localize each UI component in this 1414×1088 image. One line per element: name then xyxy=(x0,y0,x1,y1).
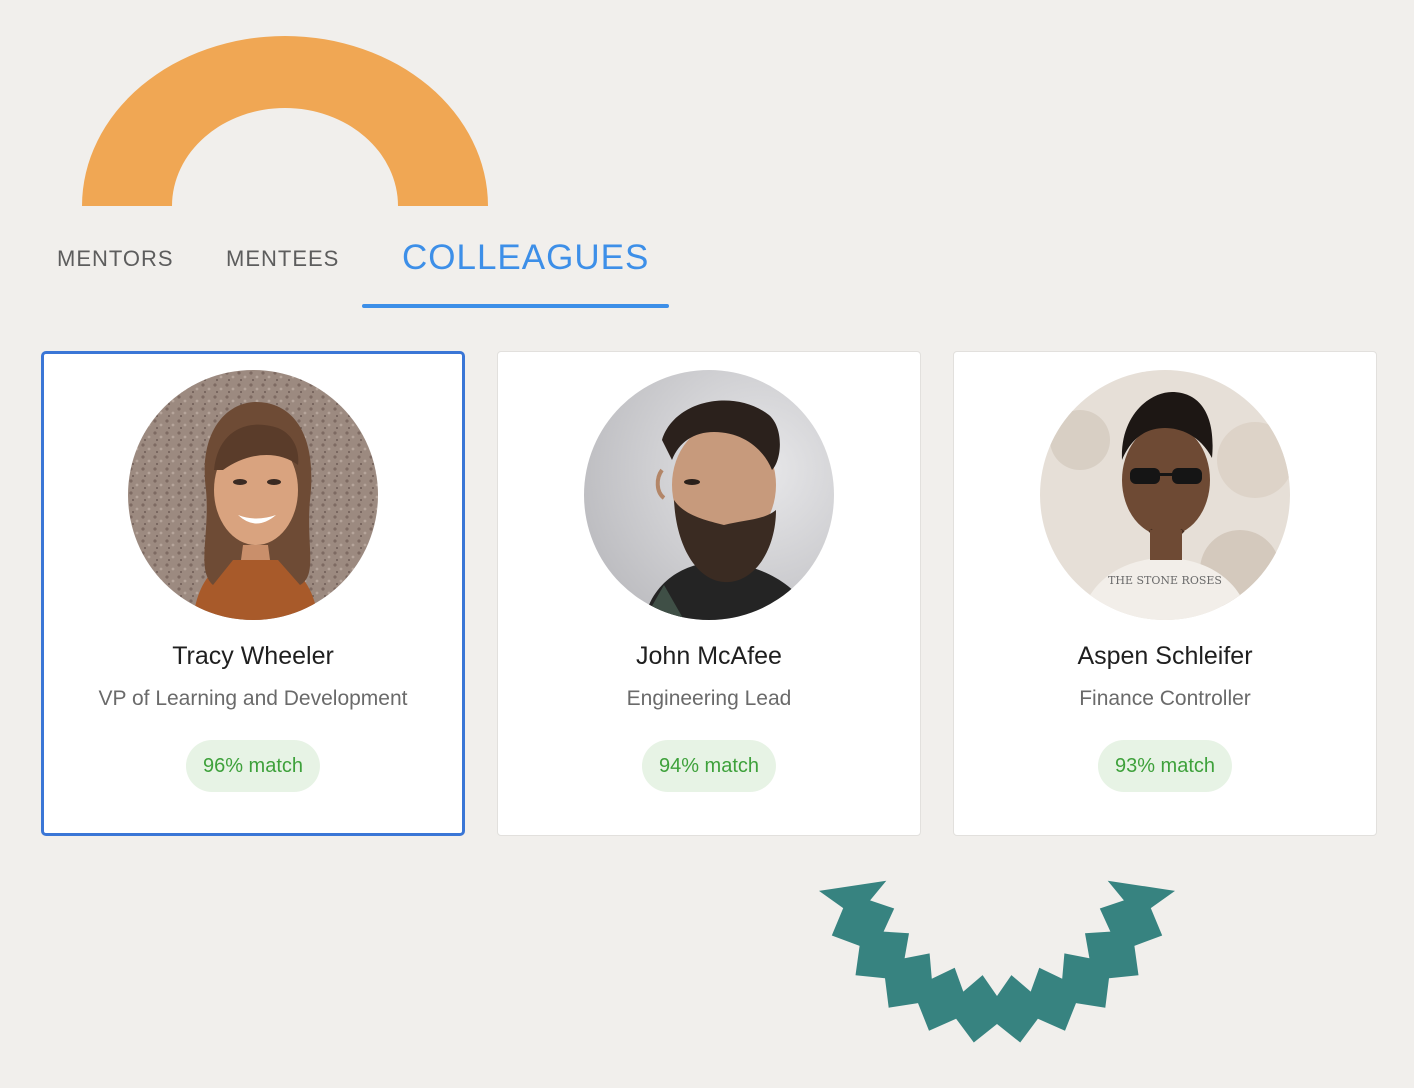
orange-arch-decoration xyxy=(82,36,488,206)
tab-mentors[interactable]: MENTORS xyxy=(57,246,174,272)
avatar xyxy=(584,370,834,620)
avatar: THE STONE ROSES xyxy=(1040,370,1290,620)
bearded-man-profile-photo-icon xyxy=(584,370,834,620)
colleague-role: Finance Controller xyxy=(1079,687,1251,710)
colleague-card-aspen-schleifer[interactable]: THE STONE ROSES Aspen Schleifer Finance … xyxy=(953,351,1377,836)
tab-mentees[interactable]: MENTEES xyxy=(226,246,339,272)
colleague-name: Tracy Wheeler xyxy=(172,642,334,670)
colleague-role: VP of Learning and Development xyxy=(98,687,408,710)
colleague-name: Aspen Schleifer xyxy=(1077,642,1253,670)
match-badge: 94% match xyxy=(641,740,777,792)
active-tab-indicator xyxy=(362,304,669,308)
woman-smiling-photo-icon xyxy=(128,370,378,620)
match-badge: 93% match xyxy=(1097,740,1233,792)
colleague-card-john-mcafee[interactable]: John McAfee Engineering Lead 94% match xyxy=(497,351,921,836)
colleague-role: Engineering Lead xyxy=(626,687,792,710)
shirt-print-text: THE STONE ROSES xyxy=(1108,574,1222,587)
teal-zigzag-decoration xyxy=(819,880,1175,1043)
colleague-name: John McAfee xyxy=(636,642,782,670)
match-badge: 96% match xyxy=(185,740,321,792)
man-with-sunglasses-photo-icon: THE STONE ROSES xyxy=(1040,370,1290,620)
colleague-card-tracy-wheeler[interactable]: Tracy Wheeler VP of Learning and Develop… xyxy=(41,351,465,836)
tab-bar: MENTORS MENTEES COLLEAGUES xyxy=(0,220,700,312)
tab-colleagues[interactable]: COLLEAGUES xyxy=(402,238,649,278)
avatar xyxy=(128,370,378,620)
